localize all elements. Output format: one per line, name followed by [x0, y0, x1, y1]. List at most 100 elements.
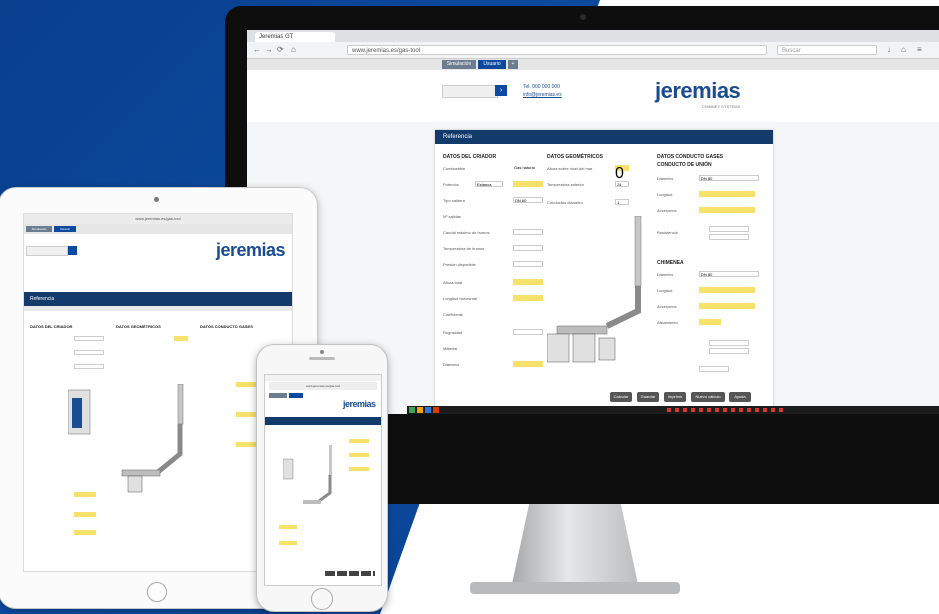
vertical-flue: [329, 445, 332, 475]
address-bar[interactable]: www.jeremias.es/gas-tool: [347, 45, 767, 55]
phone-address-bar[interactable]: www.jeremias.es/gas-tool: [269, 382, 377, 390]
topnav-simulacion[interactable]: [269, 393, 287, 398]
input-temperatura[interactable]: [513, 245, 543, 251]
input-accesorios-chimenea[interactable]: [699, 303, 755, 309]
field-label: Combustible: [443, 166, 466, 171]
input-yellow[interactable]: [349, 453, 369, 457]
button-ayuda[interactable]: Ayuda: [729, 392, 751, 402]
topnav-usuario[interactable]: Usuario: [54, 226, 76, 232]
browser-toolbar: ← → ⟳ ⌂ www.jeremias.es/gas-tool Buscar …: [247, 42, 939, 59]
col3-subtitle: CONDUCTO DE UNIÓN: [657, 162, 712, 168]
button-guardar[interactable]: Guardar: [637, 392, 659, 402]
field-label: Aislamiento: [657, 320, 678, 325]
input-longitud[interactable]: [513, 295, 543, 301]
input-conductos[interactable]: 1: [615, 199, 629, 205]
app-icon[interactable]: [425, 407, 431, 413]
header-search-button[interactable]: ›: [495, 85, 507, 96]
select-potencia[interactable]: Estanca: [475, 181, 503, 187]
input-potencia[interactable]: [513, 181, 543, 187]
topnav-usuario[interactable]: Usuario: [478, 60, 506, 69]
vertical-flue: [634, 216, 642, 287]
input-caudal[interactable]: [513, 229, 543, 235]
tablet-address-bar[interactable]: www.jeremias.es/gas-tool: [24, 214, 292, 224]
field-label: Coeficiente: [443, 312, 464, 317]
home-button[interactable]: [147, 582, 167, 602]
home-icon[interactable]: ⌂: [291, 45, 296, 54]
field-label: Longitud horizontal: [443, 296, 477, 301]
input-yellow[interactable]: [74, 512, 96, 517]
back-icon[interactable]: ←: [253, 45, 261, 54]
app-icon[interactable]: [409, 407, 415, 413]
input-longitud-chimenea[interactable]: [699, 287, 755, 293]
boiler-unit: [283, 458, 294, 480]
field-label: Accesorios: [657, 208, 677, 213]
reload-icon[interactable]: ⟳: [277, 45, 284, 54]
home-button[interactable]: [311, 588, 333, 610]
forward-icon[interactable]: →: [265, 45, 273, 54]
input-longitud-union[interactable]: [699, 191, 755, 197]
input-yellow[interactable]: [279, 525, 297, 529]
button-imprimir[interactable]: Imprimir: [664, 392, 686, 402]
boiler-2: [572, 333, 596, 363]
iphone-device: www.jeremias.es/gas-tool jeremias: [256, 344, 388, 612]
select-diametro-union[interactable]: DN 80: [699, 175, 759, 181]
topnav-simulacion[interactable]: Simulación: [442, 60, 476, 69]
input-yellow[interactable]: [279, 541, 297, 545]
app-icon[interactable]: [433, 407, 439, 413]
input-yellow[interactable]: [349, 439, 369, 443]
col2-title: DATOS GEOMÉTRICOS: [116, 324, 161, 329]
select-field[interactable]: [74, 336, 104, 341]
home-icon-2[interactable]: ⌂: [901, 45, 906, 54]
input-accesorios-union[interactable]: [699, 207, 755, 213]
select-tipo[interactable]: DN 80: [513, 197, 543, 203]
input-yellow[interactable]: [174, 336, 188, 341]
speaker-grille: [309, 357, 335, 360]
select-diametro-chimenea[interactable]: DN 80: [699, 271, 759, 277]
field-label: Resistencia: [657, 230, 678, 235]
browser-search[interactable]: Buscar: [777, 45, 877, 55]
flue-elbow: [605, 286, 641, 329]
button-calcular[interactable]: Calcular: [610, 392, 632, 402]
input-resistencia[interactable]: [709, 226, 749, 232]
input-presion[interactable]: [513, 261, 543, 267]
horizontal-flue: [303, 500, 321, 504]
input-yellow[interactable]: [74, 530, 96, 535]
horizontal-flue: [556, 325, 608, 335]
logo-text: jeremias: [655, 78, 741, 103]
select-field[interactable]: [74, 350, 104, 355]
field-label: Rugosidad: [443, 330, 463, 335]
select-extra[interactable]: [699, 366, 729, 372]
button-nuevo[interactable]: Nuevo cálculo: [691, 392, 725, 402]
select-aislamiento[interactable]: [699, 319, 721, 325]
panel-title: Referencia: [24, 292, 292, 306]
input-altura[interactable]: [513, 279, 543, 285]
input-temp-ext[interactable]: 24: [615, 181, 629, 187]
tablet-search-button[interactable]: [68, 246, 77, 255]
boiler-3: [598, 337, 616, 361]
input-altitud[interactable]: 0: [615, 165, 629, 182]
topnav-simulacion[interactable]: Simulación: [26, 226, 52, 232]
menu-icon[interactable]: ≡: [917, 45, 922, 54]
tablet-search-input[interactable]: [26, 246, 68, 256]
input-extra-1[interactable]: [709, 340, 749, 346]
browser-tab[interactable]: Jeremias GT: [255, 32, 335, 42]
vertical-flue: [177, 384, 184, 425]
topnav-usuario[interactable]: [289, 393, 303, 398]
download-icon[interactable]: ↓: [887, 45, 891, 54]
input-resistencia-2[interactable]: [709, 234, 749, 240]
header-search-input[interactable]: [442, 85, 498, 98]
boiler-1: [547, 333, 570, 363]
input-extra-2[interactable]: [709, 348, 749, 354]
topnav-plus[interactable]: +: [508, 60, 518, 69]
app-icon[interactable]: [417, 407, 423, 413]
header-email[interactable]: info@jeremias.es: [523, 91, 562, 99]
tray-icons[interactable]: [667, 408, 787, 412]
select-rugosidad[interactable]: [513, 329, 543, 335]
panel-subheader: [24, 306, 292, 311]
chimney-diagram: [68, 384, 184, 493]
input-diametro[interactable]: [513, 361, 543, 367]
input-yellow[interactable]: [349, 467, 369, 471]
select-field[interactable]: [74, 364, 104, 369]
camera-icon: [580, 14, 586, 20]
phone-buttons[interactable]: [325, 571, 375, 576]
